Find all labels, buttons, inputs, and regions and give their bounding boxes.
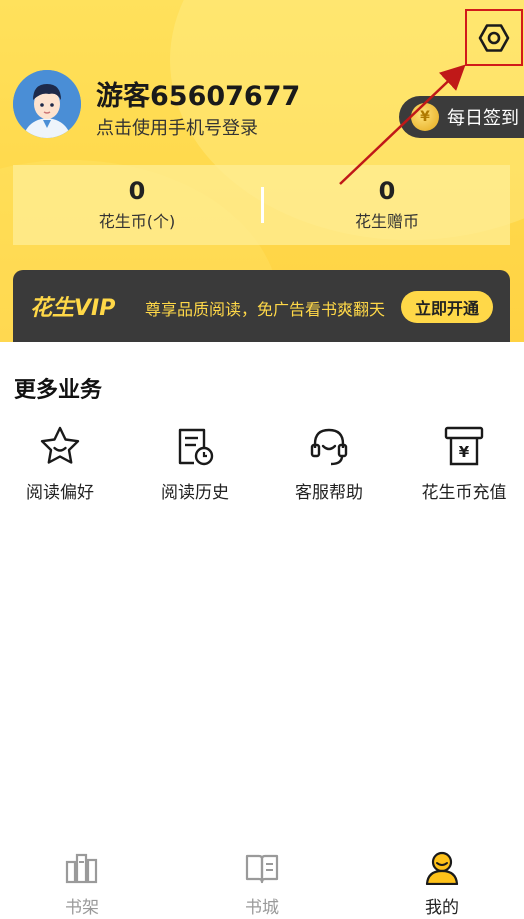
bonus-coin-stat[interactable]: 0 花生赠币 [287,177,487,232]
daily-signin-label: 每日签到 [447,108,519,129]
peanut-coin-label: 花生币(个) [98,212,176,231]
avatar[interactable] [13,70,81,138]
gear-icon [478,23,510,52]
tab-bookshelf[interactable]: 书架 [32,851,132,918]
vip-logo: 花生VIP [30,296,116,321]
bookshelf-icon [65,853,98,884]
tab-mine[interactable]: 我的 [392,851,492,918]
username[interactable]: 游客65607677 [96,74,300,113]
book-icon [245,854,279,884]
bottom-tab-bar: 书架 书城 我的 [0,845,524,919]
service-label: 花生币充值 [421,483,507,503]
history-icon [178,428,214,466]
wallet-stats: 0 花生币(个) 0 花生赠币 [13,165,510,245]
section-title-more-services: 更多业务 [14,378,103,403]
login-hint-link[interactable]: 点击使用手机号登录 [96,114,258,140]
svg-text:¥: ¥ [459,443,470,461]
peanut-coin-stat[interactable]: 0 花生币(个) [37,177,237,232]
headset-icon [310,428,348,466]
star-icon [40,426,80,464]
service-customer-help[interactable]: 客服帮助 [269,424,389,503]
coin-icon: ¥ [411,103,439,131]
stats-divider [261,187,264,223]
vip-description: 尊享品质阅读，免广告看书爽翻天 [145,300,386,319]
service-label: 阅读偏好 [26,483,94,503]
tab-label: 我的 [425,898,459,918]
settings-button[interactable] [465,9,523,66]
profile-header: 游客65607677 点击使用手机号登录 ¥ 每日签到 0 花生币(个) 0 花… [0,0,524,342]
daily-signin-button[interactable]: ¥ 每日签到 [399,96,524,138]
profile-icon [425,851,459,885]
bonus-coin-value: 0 [378,177,396,205]
vip-open-button[interactable]: 立即开通 [401,291,493,323]
service-reading-history[interactable]: 阅读历史 [135,424,255,503]
service-label: 阅读历史 [161,483,229,503]
peanut-coin-value: 0 [128,177,146,205]
service-label: 客服帮助 [295,483,363,503]
service-coin-recharge[interactable]: ¥ 花生币充值 [404,424,524,503]
service-reading-preference[interactable]: 阅读偏好 [0,424,120,503]
bonus-coin-label: 花生赠币 [354,212,419,231]
tab-label: 书架 [65,898,99,918]
recharge-icon: ¥ [444,426,484,466]
tab-label: 书城 [245,898,279,918]
vip-banner[interactable]: 花生VIP 尊享品质阅读，免广告看书爽翻天 立即开通 [13,270,510,342]
user-avatar-icon [13,70,81,138]
tab-bookstore[interactable]: 书城 [212,851,312,918]
